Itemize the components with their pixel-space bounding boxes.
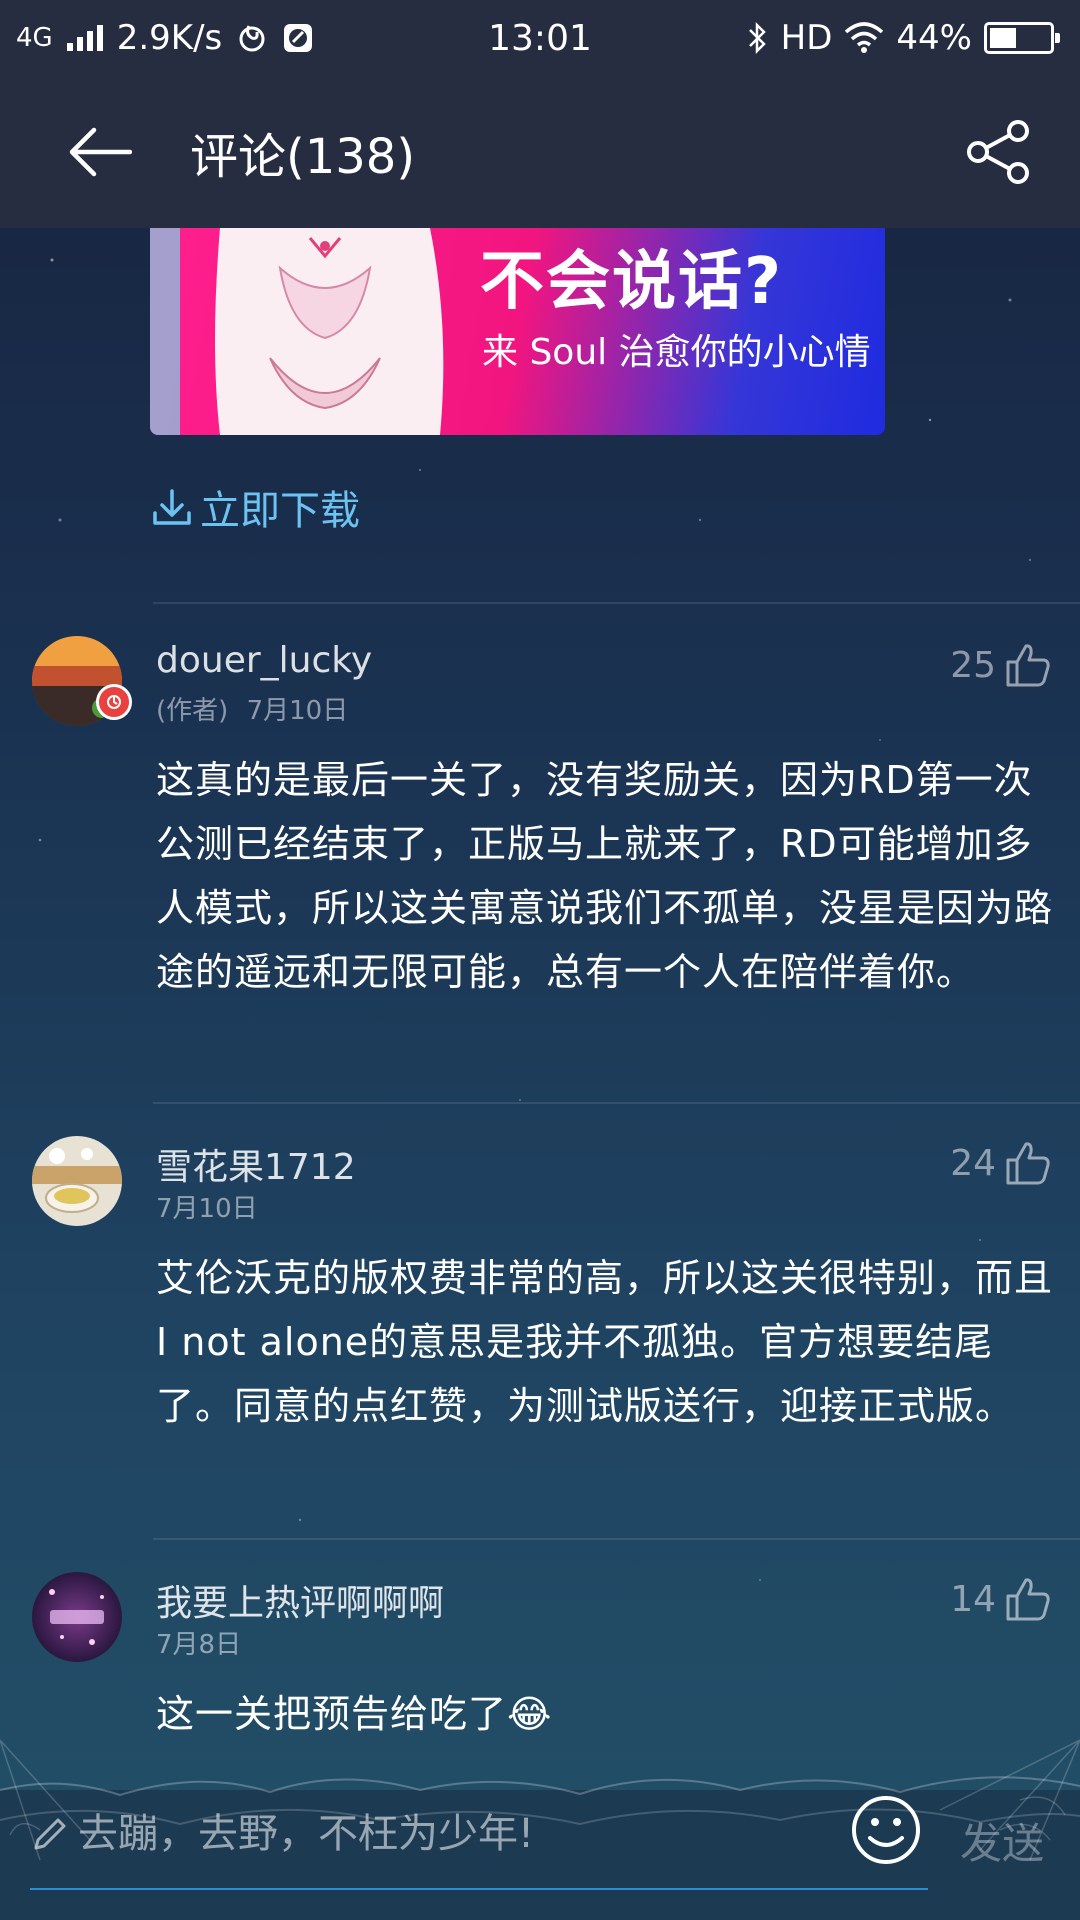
ad-illustration <box>150 228 444 435</box>
like-button[interactable]: 25 <box>950 642 1052 688</box>
like-button[interactable]: 24 <box>950 1140 1052 1186</box>
comment-username[interactable]: 雪花果1712 <box>156 1138 356 1190</box>
comment-username[interactable]: douer_lucky <box>156 640 372 681</box>
divider <box>153 1538 1080 1540</box>
comment-date: 7月10日 <box>246 696 349 726</box>
comment-input[interactable] <box>70 1780 928 1888</box>
share-icon <box>967 120 1029 184</box>
signal-icon <box>66 25 103 51</box>
battery-level <box>990 28 1016 48</box>
download-label: 立即下载 <box>200 488 360 534</box>
thumbs-up-icon <box>1006 644 1050 687</box>
download-icon <box>153 489 191 525</box>
back-button[interactable] <box>40 92 160 212</box>
music-badge-icon <box>96 684 132 720</box>
download-link[interactable]: 立即下载 <box>150 478 360 536</box>
thumbs-up-icon <box>1006 1142 1050 1185</box>
thumbs-up-icon <box>1006 1578 1050 1621</box>
ad-headline: 不会说话? <box>480 245 784 319</box>
network-speed: 2.9K/s <box>116 18 223 58</box>
netease-icon <box>239 25 265 52</box>
page-title: 评论(138) <box>190 129 416 185</box>
network-type: 4G <box>16 23 53 53</box>
divider <box>153 602 1080 604</box>
author-tag: (作者) <box>156 696 229 726</box>
like-count: 14 <box>950 1578 996 1620</box>
comment-username[interactable]: 我要上热评啊啊啊 <box>156 1574 444 1626</box>
comment-meta: (作者) 7月10日 <box>156 690 348 727</box>
emoji-icon[interactable] <box>846 1790 926 1870</box>
ad-subline: 来 Soul 治愈你的小心情 <box>482 332 871 373</box>
status-bar: 4G 2.9K/s 13:01 HD 44% <box>0 0 1080 76</box>
input-wrapper <box>30 1780 928 1890</box>
bluetooth-icon <box>748 21 766 55</box>
wifi-icon <box>845 22 884 53</box>
ad-banner[interactable]: 不会说话? 来 Soul 治愈你的小心情 <box>150 228 885 435</box>
comment-input-bar: 发送 <box>0 1780 1080 1920</box>
share-button[interactable] <box>954 107 1044 197</box>
like-count: 24 <box>950 1142 996 1184</box>
like-count: 25 <box>950 644 996 686</box>
pencil-icon <box>34 1818 66 1850</box>
avatar[interactable] <box>32 1136 122 1226</box>
avatar-image <box>32 1136 122 1226</box>
battery-percent: 44% <box>896 18 972 58</box>
battery-icon <box>984 22 1060 54</box>
divider <box>153 1102 1080 1104</box>
hd-indicator: HD <box>780 18 833 58</box>
send-button[interactable]: 发送 <box>960 1810 1044 1871</box>
comment-date: 7月8日 <box>156 1630 242 1660</box>
arrow-left-icon <box>69 127 132 177</box>
header: 评论(138) <box>0 76 1080 228</box>
avatar[interactable] <box>32 1572 122 1662</box>
comment-date: 7月10日 <box>156 1194 258 1224</box>
avatar-image <box>32 1572 122 1662</box>
like-button[interactable]: 14 <box>950 1576 1052 1622</box>
comment-text: 这真的是最后一关了，没有奖励关，因为RD第一次公测已经结束了，正版马上就来了，R… <box>156 758 1054 994</box>
comment-text: 这一关把预告给吃了😂 <box>156 1692 553 1736</box>
comment-text: 艾伦沃克的版权费非常的高，所以这关很特别，而且I not alone的意思是我并… <box>156 1256 1054 1428</box>
app-icon <box>284 24 313 52</box>
